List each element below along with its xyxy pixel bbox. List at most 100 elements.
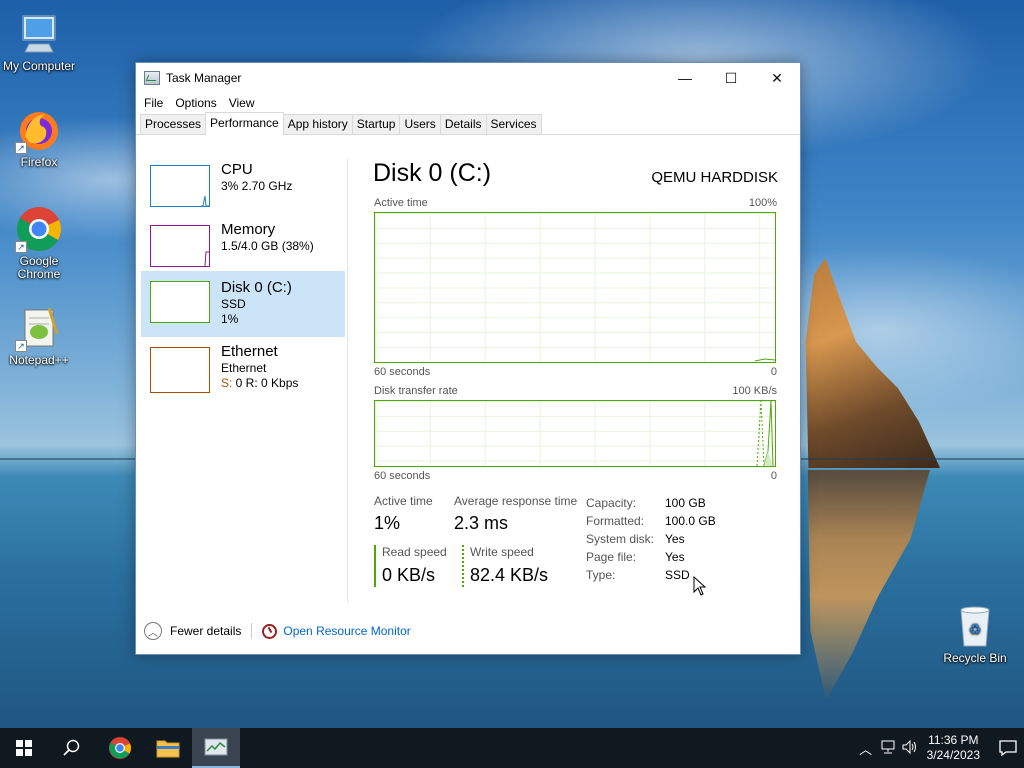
- clock-date: 3/24/2023: [926, 748, 980, 762]
- resource-detail: 1%: [221, 312, 239, 326]
- title-bar[interactable]: Task Manager — ☐ ✕: [136, 63, 800, 93]
- disk-model: QEMU HARDDISK: [651, 169, 778, 186]
- open-resource-monitor-link[interactable]: Open Resource Monitor: [283, 624, 410, 638]
- property-row: System disk: Yes: [586, 532, 685, 546]
- menu-options[interactable]: Options: [169, 96, 222, 110]
- network-icon[interactable]: [877, 740, 899, 757]
- menu-view[interactable]: View: [223, 96, 261, 110]
- tab-performance[interactable]: Performance: [205, 112, 284, 135]
- active-time-label: Active time: [374, 494, 433, 508]
- tab-startup[interactable]: Startup: [351, 114, 401, 134]
- tab-services[interactable]: Services: [485, 114, 542, 134]
- mouse-cursor-icon: [693, 576, 707, 596]
- windows-logo-icon: [16, 740, 32, 756]
- desktop-icon-my-computer[interactable]: My Computer: [0, 10, 79, 73]
- shortcut-arrow-icon: ↗: [15, 241, 27, 253]
- active-time-value: 1%: [374, 513, 401, 533]
- desktop-icon-notepadpp[interactable]: ↗ Notepad++: [0, 304, 79, 367]
- tab-strip: Processes Performance App history Startu…: [136, 112, 800, 135]
- avg-response-label: Average response time: [454, 494, 578, 508]
- notification-center-button[interactable]: [992, 728, 1024, 768]
- computer-icon: [15, 10, 63, 58]
- taskbar-task-manager[interactable]: [192, 728, 240, 768]
- disk-properties: Capacity: 100 GB Formatted: 100.0 GB Syste…: [586, 494, 716, 584]
- resource-name: Memory: [221, 221, 276, 238]
- transfer-rate-graph: [374, 400, 776, 467]
- resource-detail: S: 0 R: 0 Kbps: [221, 376, 299, 390]
- tab-app-history[interactable]: App history: [282, 114, 353, 134]
- volume-icon[interactable]: [899, 739, 921, 757]
- property-row: Formatted: 100.0 GB: [586, 514, 716, 528]
- disk-thumbnail-graph: [150, 281, 210, 323]
- menu-bar: File Options View: [136, 93, 800, 113]
- read-speed-value: 0 KB/s: [382, 565, 436, 585]
- memory-thumbnail-graph: [150, 225, 210, 267]
- wallpaper-cliff-reflection: [807, 470, 930, 700]
- taskbar-chrome[interactable]: [96, 728, 144, 768]
- graph2-xlabel: 60 seconds: [374, 470, 431, 482]
- desktop-icon-recycle-bin[interactable]: ♻ Recycle Bin: [935, 602, 1015, 665]
- desktop-icon-label: Google Chrome: [17, 254, 61, 281]
- cpu-thumbnail-graph: [150, 165, 210, 207]
- graph1-min: 0: [770, 366, 777, 378]
- graph1-max: 100%: [748, 197, 777, 209]
- shortcut-arrow-icon: ↗: [15, 340, 27, 352]
- firefox-icon: ↗: [15, 106, 63, 154]
- resource-item-disk[interactable]: Disk 0 (C:) SSD 1%: [141, 271, 345, 337]
- property-row: Capacity: 100 GB: [586, 496, 706, 510]
- resource-monitor-icon: [262, 623, 278, 639]
- tab-processes[interactable]: Processes: [140, 114, 207, 134]
- desktop-icon-label: Notepad++: [9, 353, 69, 367]
- desktop-icon-label: Recycle Bin: [943, 651, 1007, 665]
- graph2-max: 100 KB/s: [732, 385, 777, 397]
- wallpaper-cliff: [805, 258, 940, 468]
- task-manager-icon: [204, 738, 228, 756]
- resource-item-cpu[interactable]: CPU 3% 2.70 GHz: [141, 157, 345, 221]
- search-button[interactable]: [48, 728, 96, 768]
- desktop-icon-label: Firefox: [20, 155, 58, 169]
- chrome-icon: [109, 737, 131, 759]
- resource-detail: SSD: [221, 297, 246, 311]
- window-title: Task Manager: [166, 71, 242, 85]
- property-row: Page file: Yes: [586, 550, 685, 564]
- start-button[interactable]: [0, 728, 48, 768]
- recycle-bin-icon: ♻: [951, 602, 999, 650]
- resource-detail: 1.5/4.0 GB (38%): [221, 239, 314, 253]
- write-speed-marker: [462, 545, 464, 587]
- chevron-up-icon[interactable]: ︿: [144, 622, 162, 640]
- desktop-icon-chrome[interactable]: ↗ Google Chrome: [0, 205, 79, 281]
- graph1-label: Active time: [374, 197, 428, 209]
- svg-text:♻: ♻: [969, 621, 982, 637]
- desktop-icon-label: My Computer: [2, 59, 76, 73]
- resource-detail: 3% 2.70 GHz: [221, 179, 293, 193]
- menu-file[interactable]: File: [138, 96, 169, 110]
- resource-name: CPU: [221, 161, 253, 178]
- folder-icon: [156, 740, 180, 758]
- tab-users[interactable]: Users: [399, 114, 441, 134]
- shortcut-arrow-icon: ↗: [15, 142, 27, 154]
- chrome-icon: ↗: [15, 205, 63, 253]
- clock[interactable]: 11:36 PM 3/24/2023: [927, 733, 980, 763]
- notepad-plus-plus-icon: ↗: [15, 304, 63, 352]
- desktop-icon-firefox[interactable]: ↗ Firefox: [0, 106, 79, 169]
- resource-detail: Ethernet: [221, 361, 267, 375]
- close-button[interactable]: ✕: [754, 63, 800, 93]
- chevron-up-icon[interactable]: ︿: [855, 739, 877, 758]
- footer-bar: ︿ Fewer details Open Resource Monitor: [136, 616, 800, 646]
- resource-item-ethernet[interactable]: Ethernet Ethernet S: 0 R: 0 Kbps: [141, 341, 345, 405]
- graph2-min: 0: [770, 470, 777, 482]
- taskbar-file-explorer[interactable]: [144, 728, 192, 768]
- tab-details[interactable]: Details: [439, 114, 487, 134]
- maximize-button[interactable]: ☐: [708, 63, 754, 93]
- read-speed-marker: [374, 545, 376, 587]
- ethernet-thumbnail-graph: [150, 347, 210, 393]
- resource-name: Disk 0 (C:): [221, 279, 292, 296]
- minimize-button[interactable]: —: [662, 63, 708, 93]
- notification-icon: [999, 740, 1017, 756]
- detail-title: Disk 0 (C:): [373, 159, 492, 187]
- graph2-label: Disk transfer rate: [374, 385, 458, 397]
- footer-separator: [251, 623, 253, 639]
- fewer-details-button[interactable]: Fewer details: [170, 624, 241, 638]
- taskbar: ︿ 11:36 PM 3/24/2023: [0, 728, 1024, 768]
- write-speed-value: 82.4 KB/s: [470, 565, 549, 585]
